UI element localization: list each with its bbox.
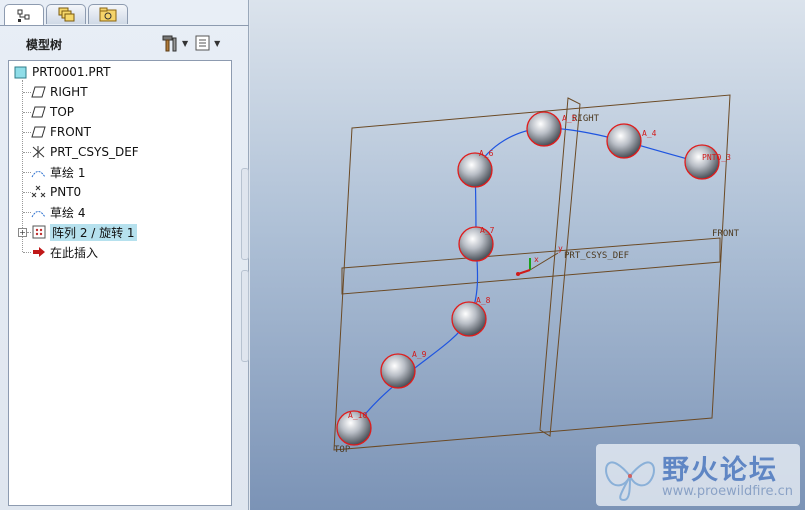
pattern-sphere[interactable]	[526, 111, 562, 147]
panel-title: 模型树	[26, 38, 63, 52]
layers-icon	[58, 7, 75, 22]
part-icon	[13, 65, 28, 80]
axis-label-a8: A_8	[476, 296, 491, 305]
tree-branch	[23, 172, 31, 173]
tree-item-top[interactable]: TOP	[31, 103, 74, 121]
watermark-url: www.proewildfire.cn	[662, 484, 793, 499]
hammer-tools-icon	[162, 35, 177, 52]
graphics-viewport[interactable]: RIGHT FRONT TOP PRT_CSYS_DEF x y A_5 A_4…	[250, 0, 805, 510]
csys-icon	[31, 145, 46, 160]
show-button[interactable]: ▼	[194, 33, 220, 53]
tree-item-label: RIGHT	[50, 85, 88, 99]
pattern-sphere[interactable]	[457, 152, 493, 188]
tree-item-label: TOP	[50, 105, 75, 119]
axis-label-a3: PNT0_3	[702, 153, 731, 162]
chevron-down-icon: ▼	[214, 38, 221, 48]
tree-item-label: 草绘 4	[50, 205, 86, 220]
tree-item-csys[interactable]: PRT_CSYS_DEF	[31, 143, 139, 161]
axis-label-a5: A_5	[562, 114, 577, 123]
tree-item-label: 草绘 1	[50, 165, 86, 180]
folder-tab[interactable]	[88, 4, 128, 24]
axis-label-a6: A_6	[479, 149, 494, 158]
expand-toggle[interactable]: +	[18, 228, 27, 237]
insert-arrow-icon	[31, 245, 46, 260]
model-tree: PRT0001.PRT RIGHT TOP FRONT PRT_CSYS_DEF…	[8, 60, 232, 506]
csys-y-label: y	[558, 244, 563, 253]
datum-plane-right	[333, 94, 731, 451]
model-tree-panel: 模型树 ▼ ▼ PRT0001.PRT RIGHT TOP FRONT PRT_…	[0, 0, 249, 510]
datum-plane-icon	[31, 125, 46, 140]
chevron-down-icon: ▼	[182, 38, 189, 48]
settings-button[interactable]: ▼	[160, 33, 188, 53]
tree-branch	[23, 252, 31, 253]
model-tree-icon	[17, 9, 30, 22]
tree-item-label: PNT0	[50, 185, 82, 199]
tree-item-insert-here[interactable]: 在此插入	[31, 243, 98, 261]
datum-plane-top	[539, 97, 581, 437]
watermark-title: 野火论坛	[662, 455, 778, 486]
tree-guide-line	[22, 80, 23, 252]
datum-point-icon	[31, 185, 46, 200]
pattern-sphere[interactable]	[606, 123, 642, 159]
axis-label-a7: A_7	[480, 226, 495, 235]
tree-item-front[interactable]: FRONT	[31, 123, 91, 141]
tree-item-label: 在此插入	[50, 245, 99, 260]
layer-tab[interactable]	[46, 4, 86, 24]
pattern-sphere[interactable]	[684, 144, 720, 180]
tree-item-part[interactable]: PRT0001.PRT	[13, 63, 110, 81]
tree-item-right[interactable]: RIGHT	[31, 83, 88, 101]
tab-underline	[0, 25, 249, 26]
plane-label-front: FRONT	[712, 229, 740, 239]
datum-plane-icon	[31, 105, 46, 120]
csys-x-label: x	[534, 255, 539, 264]
tree-branch	[23, 132, 31, 133]
pattern-sphere[interactable]	[380, 353, 416, 389]
plane-label-top: TOP	[334, 445, 351, 455]
datum-plane-icon	[31, 85, 46, 100]
tree-item-sketch-1[interactable]: 草绘 1	[31, 163, 85, 181]
panel-sash-lower[interactable]	[241, 270, 249, 362]
tree-branch	[23, 152, 31, 153]
axis-label-a9: A_9	[412, 350, 427, 359]
pattern-sphere[interactable]	[451, 301, 487, 337]
tree-branch	[23, 212, 31, 213]
tree-item-label: PRT0001.PRT	[32, 65, 111, 79]
butterfly-logo-icon	[605, 461, 655, 502]
folder-browser-icon	[99, 7, 117, 22]
tree-branch	[23, 92, 31, 93]
tree-item-label: PRT_CSYS_DEF	[50, 145, 139, 159]
csys-label: PRT_CSYS_DEF	[564, 251, 629, 261]
tree-item-sketch-4[interactable]: 草绘 4	[31, 203, 85, 221]
tree-branch	[23, 112, 31, 113]
panel-sash-upper[interactable]	[241, 168, 249, 260]
model-tree-tab[interactable]	[4, 4, 44, 26]
panel-tabs	[4, 4, 128, 26]
axis-label-a4: A_4	[642, 129, 657, 138]
tree-toolbar: ▼ ▼	[160, 33, 220, 53]
sketch-icon	[31, 205, 46, 220]
tree-item-pattern[interactable]: 阵列 2 / 旋转 1	[31, 223, 137, 241]
tree-item-label: 阵列 2 / 旋转 1	[50, 223, 137, 241]
pattern-icon	[31, 225, 46, 240]
watermark: 野火论坛 www.proewildfire.cn	[596, 444, 800, 506]
axis-label-a10: A_10	[348, 411, 367, 420]
tree-item-label: FRONT	[50, 125, 91, 139]
tree-branch	[23, 192, 31, 193]
csys-origin-marker	[516, 272, 520, 276]
sketch-icon	[31, 165, 46, 180]
tree-item-pnt0[interactable]: PNT0	[31, 183, 81, 201]
model-graphics: RIGHT FRONT TOP PRT_CSYS_DEF x y A_5 A_4…	[333, 94, 740, 455]
list-options-icon	[195, 35, 210, 51]
